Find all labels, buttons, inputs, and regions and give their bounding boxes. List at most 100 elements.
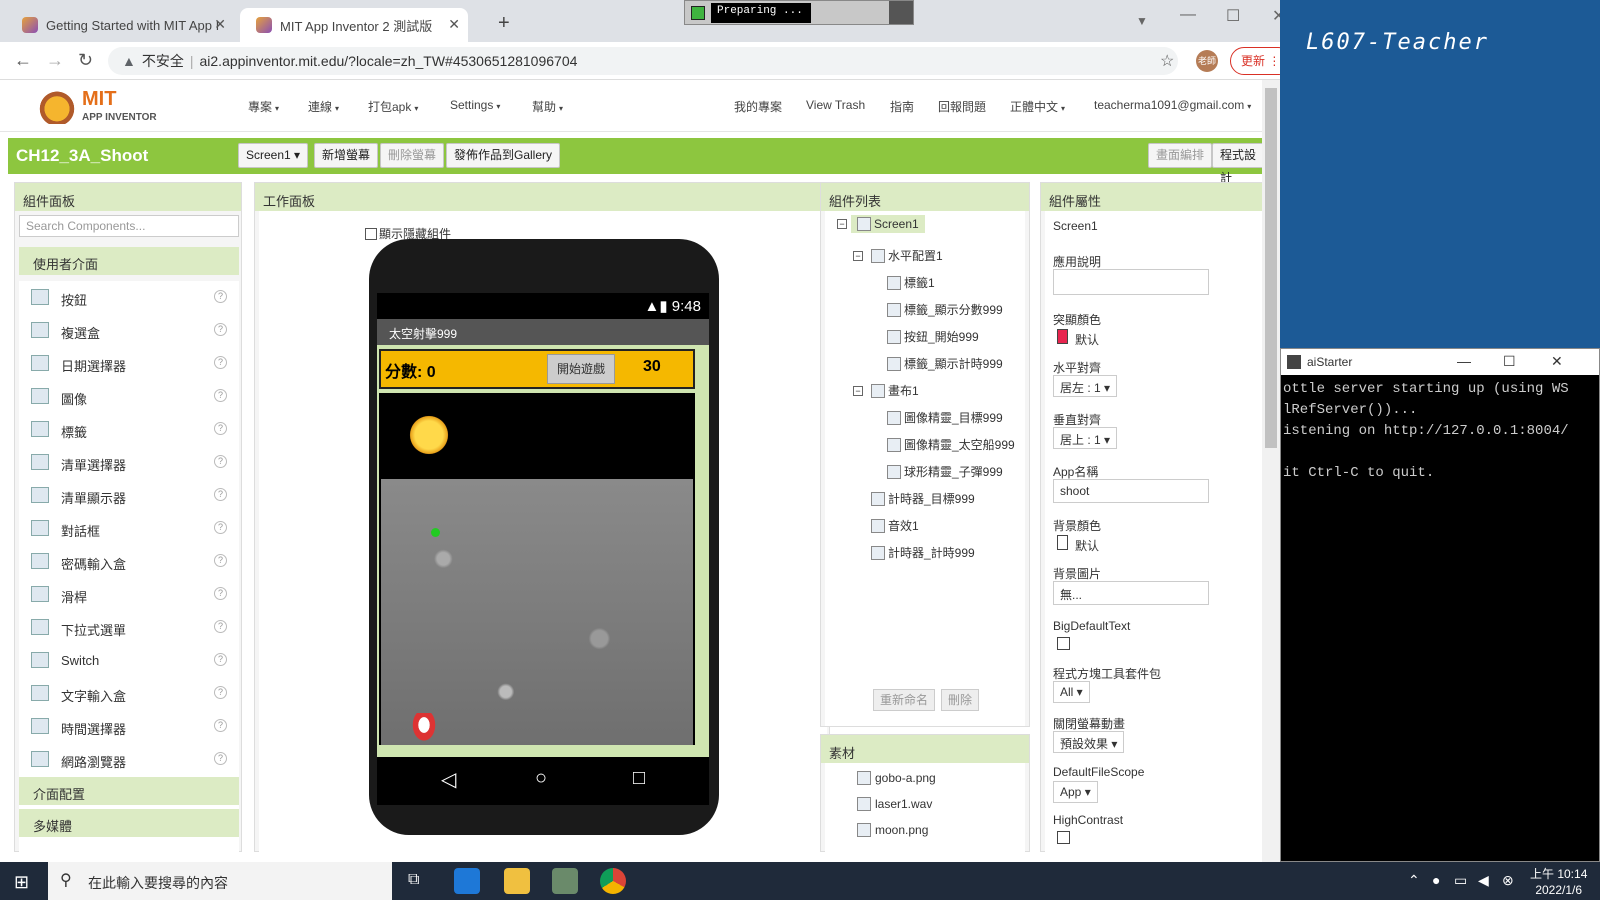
page-scrollbar[interactable] — [1262, 80, 1280, 862]
tree-node[interactable]: 音效1 — [871, 517, 919, 534]
palette-item[interactable]: 按鈕? — [19, 281, 239, 313]
reload-icon[interactable]: ↻ — [78, 50, 93, 71]
palette-item[interactable]: 複選盒? — [19, 314, 239, 346]
accent-color-swatch[interactable] — [1057, 329, 1068, 344]
help-icon[interactable]: ? — [214, 752, 227, 765]
help-icon[interactable]: ? — [214, 455, 227, 468]
tree-node[interactable]: 球形精靈_子彈999 — [887, 463, 1003, 480]
phone-screen[interactable]: ▲▮ 9:48 太空射擊999 分數: 0 開始遊戲 30 — [377, 293, 709, 757]
menu-project[interactable]: 專案 ▾ — [248, 98, 279, 115]
category-media[interactable]: 多媒體 — [19, 809, 239, 837]
close-window-icon[interactable]: ✕ — [1551, 353, 1563, 370]
valign-select[interactable]: 居上 : 1 ▾ — [1053, 427, 1118, 449]
palette-item[interactable]: Switch? — [19, 644, 239, 676]
task-view-icon[interactable]: ⧉ — [408, 871, 419, 889]
taskbar-clock[interactable]: 上午 10:14 2022/1/6 — [1530, 866, 1587, 898]
bgimage-input[interactable]: 無... — [1053, 581, 1209, 605]
timer-label[interactable]: 30 — [643, 358, 661, 376]
tree-node[interactable]: 計時器_計時999 — [871, 544, 975, 561]
help-icon[interactable]: ? — [214, 290, 227, 303]
tree-node[interactable]: 圖像精靈_太空船999 — [887, 436, 1015, 453]
scrollbar-thumb[interactable] — [1265, 88, 1277, 448]
bullet-ball-sprite[interactable] — [431, 528, 440, 537]
maximize-icon[interactable]: ☐ — [1226, 6, 1240, 26]
palette-item[interactable]: 時間選擇器? — [19, 710, 239, 742]
palette-item[interactable]: 圖像? — [19, 380, 239, 412]
tree-node[interactable]: 按鈕_開始999 — [887, 328, 979, 345]
asset-item[interactable]: moon.png — [857, 823, 928, 837]
palette-item[interactable]: 網路瀏覽器? — [19, 743, 239, 775]
back-icon[interactable]: ← — [14, 50, 32, 71]
palette-item[interactable]: 對話框? — [19, 512, 239, 544]
edge-browser-icon[interactable] — [454, 868, 480, 894]
minimize-icon[interactable]: — — [1180, 6, 1196, 24]
windows-start-icon[interactable]: ⊞ — [14, 872, 29, 893]
tab-getting-started[interactable]: Getting Started with MIT App I ✕ — [6, 8, 234, 42]
help-icon[interactable]: ? — [214, 356, 227, 369]
add-screen-button[interactable]: 新增螢幕 — [314, 143, 379, 168]
asset-item[interactable]: laser1.wav — [857, 797, 932, 811]
menu-help[interactable]: 幫助 ▾ — [532, 98, 563, 115]
url-field[interactable]: ▲ 不安全 | ai2.appinventor.mit.edu/?locale=… — [108, 47, 1178, 75]
forward-icon[interactable]: → — [46, 50, 64, 71]
accent-color-value[interactable]: 默认 — [1075, 331, 1099, 348]
tray-expand-icon[interactable]: ⌃ — [1408, 872, 1420, 889]
category-user-interface[interactable]: 使用者介面 — [19, 247, 239, 275]
game-canvas[interactable] — [379, 393, 695, 745]
notification-icon[interactable]: ⊗ — [1502, 872, 1514, 889]
close-window-icon[interactable]: ✕ — [1272, 6, 1280, 26]
target-sprite[interactable] — [407, 413, 451, 457]
help-icon[interactable]: ? — [214, 653, 227, 666]
tab-search-icon[interactable]: ▼ — [1136, 14, 1148, 28]
help-icon[interactable]: ? — [214, 521, 227, 534]
app-window-icon[interactable] — [552, 868, 578, 894]
blocks-toolkit-select[interactable]: All ▾ — [1053, 681, 1090, 703]
menu-build[interactable]: 打包apk ▾ — [368, 98, 418, 115]
spaceship-sprite[interactable] — [411, 713, 437, 743]
update-button[interactable]: 更新 ⋮ — [1230, 47, 1280, 75]
tree-node[interactable]: 標籤1 — [887, 274, 935, 291]
checkbox-icon[interactable] — [365, 227, 377, 240]
help-icon[interactable]: ? — [214, 488, 227, 501]
bgcolor-value[interactable]: 默认 — [1075, 537, 1099, 554]
halign-select[interactable]: 居左 : 1 ▾ — [1053, 375, 1118, 397]
appname-input[interactable]: shoot — [1053, 479, 1209, 503]
tree-node[interactable]: 標籤_顯示分數999 — [887, 301, 1003, 318]
highcontrast-checkbox[interactable] — [1057, 831, 1070, 844]
palette-item[interactable]: 標籤? — [19, 413, 239, 445]
link-my-projects[interactable]: 我的專案 — [734, 98, 782, 115]
help-icon[interactable]: ? — [214, 422, 227, 435]
help-icon[interactable]: ? — [214, 587, 227, 600]
publish-gallery-button[interactable]: 發佈作品到Gallery — [446, 143, 561, 168]
screen-select[interactable]: Screen1 ▾ — [238, 143, 309, 168]
tree-node[interactable]: 水平配置1 — [871, 247, 943, 264]
link-report-issue[interactable]: 回報問題 — [938, 98, 986, 115]
close-tab-icon[interactable]: ✕ — [448, 16, 460, 33]
maximize-icon[interactable]: ☐ — [1503, 353, 1516, 370]
palette-item[interactable]: 清單選擇器? — [19, 446, 239, 478]
tree-node[interactable]: 計時器_目標999 — [871, 490, 975, 507]
bgcolor-swatch[interactable] — [1057, 535, 1068, 550]
new-tab-icon[interactable]: + — [498, 12, 510, 35]
palette-item[interactable]: 清單顯示器? — [19, 479, 239, 511]
horizontal-arrangement[interactable]: 分數: 0 開始遊戲 30 — [379, 349, 695, 389]
link-guide[interactable]: 指南 — [890, 98, 914, 115]
link-view-trash[interactable]: View Trash — [806, 98, 865, 112]
help-icon[interactable]: ? — [214, 686, 227, 699]
minimize-icon[interactable]: — — [1457, 353, 1471, 369]
network-icon[interactable]: ▭ — [1454, 872, 1467, 889]
start-game-button[interactable]: 開始遊戲 — [547, 354, 615, 384]
help-icon[interactable]: ? — [214, 389, 227, 402]
help-icon[interactable]: ? — [214, 323, 227, 336]
mit-app-inventor-logo[interactable]: MIT APP INVENTOR — [36, 86, 166, 126]
palette-item[interactable]: 密碼輸入盒? — [19, 545, 239, 577]
tree-node[interactable]: 標籤_顯示計時999 — [887, 355, 1003, 372]
delete-button[interactable]: 刪除 — [941, 689, 980, 711]
rename-button[interactable]: 重新命名 — [873, 689, 936, 711]
profile-avatar[interactable]: 老師 — [1196, 50, 1218, 72]
tree-node-screen1[interactable]: Screen1 — [851, 215, 925, 233]
file-explorer-icon[interactable] — [504, 868, 530, 894]
help-icon[interactable]: ? — [214, 620, 227, 633]
palette-item[interactable]: 日期選擇器? — [19, 347, 239, 379]
microphone-icon[interactable]: ● — [1432, 872, 1440, 888]
